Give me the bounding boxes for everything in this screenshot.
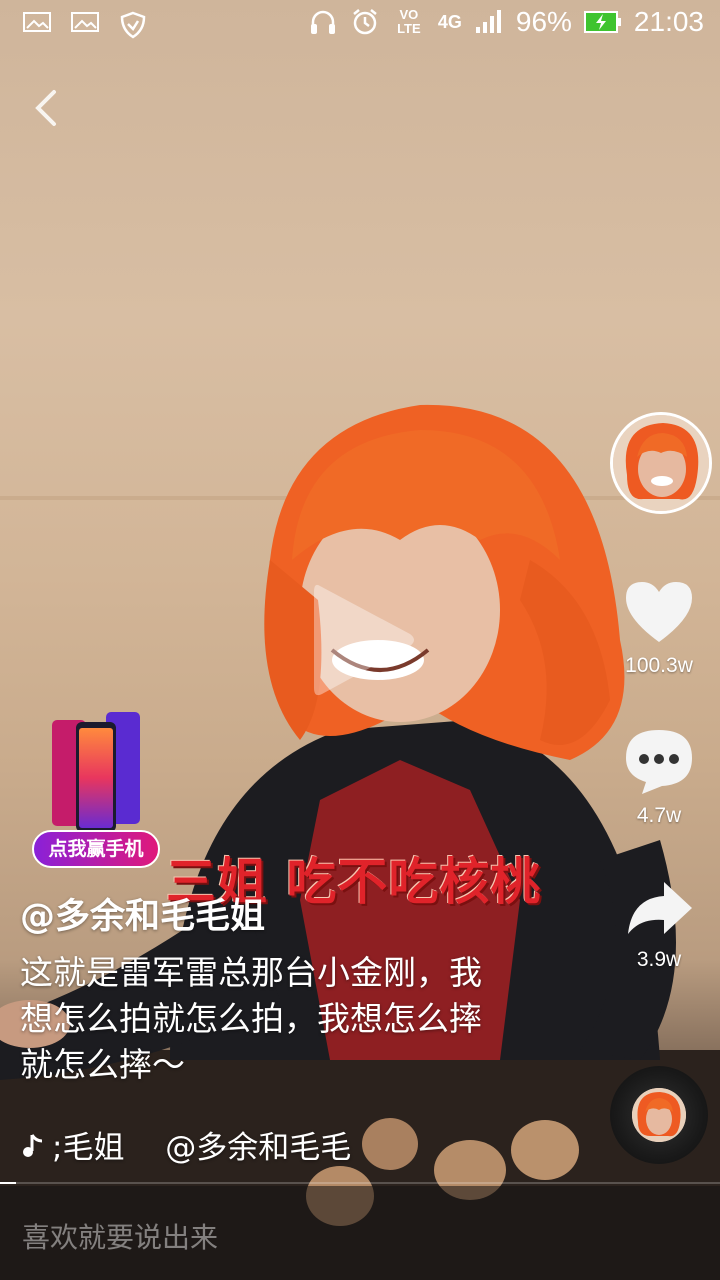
video-progress[interactable] xyxy=(0,1182,720,1184)
music-note-icon xyxy=(20,1130,52,1166)
phone-image xyxy=(52,712,140,832)
video-screen[interactable]: VO LTE 4G 96% 21:03 点我赢手机 三姐 吃不吃核桃 100.3… xyxy=(0,0,720,1280)
avatar-image xyxy=(613,415,709,511)
like-count: 100.3w xyxy=(625,654,693,677)
music-marquee[interactable]: ;毛姐 @多余和毛毛 xyxy=(20,1122,380,1166)
like-button[interactable]: 100.3w xyxy=(612,578,706,678)
signal-icon xyxy=(475,10,501,33)
play-icon[interactable] xyxy=(306,578,418,702)
share-arrow-icon xyxy=(628,882,692,934)
promo-label[interactable]: 点我赢手机 xyxy=(32,830,160,868)
video-description: 这就是雷军雷总那台小金刚，我想怎么拍就怎么拍，我想怎么摔就怎么摔～ xyxy=(20,953,482,1084)
comment-count: 4.7w xyxy=(636,804,682,827)
battery-percent: 96% xyxy=(515,6,572,37)
creator-avatar[interactable] xyxy=(610,412,712,514)
comment-button[interactable]: 4.7w xyxy=(612,726,706,828)
music-disc[interactable] xyxy=(610,1066,708,1164)
promo-banner[interactable]: 点我赢手机 xyxy=(32,706,162,870)
headphones-icon xyxy=(310,10,335,34)
comment-input[interactable]: 喜欢就要说出来 xyxy=(22,1216,218,1256)
image-icon xyxy=(23,12,51,32)
battery-charging-icon xyxy=(583,11,621,33)
music-title: ;毛姐 @多余和毛毛 xyxy=(52,1130,352,1166)
disc-cover xyxy=(632,1088,686,1142)
status-bar: VO LTE 4G 96% 21:03 xyxy=(0,0,720,50)
volte-indicator: VO LTE xyxy=(397,7,421,36)
share-count: 3.9w xyxy=(636,948,682,971)
network-type: 4G xyxy=(437,11,462,32)
back-button[interactable] xyxy=(28,86,68,130)
progress-fill xyxy=(0,1182,16,1184)
alarm-icon xyxy=(353,9,377,35)
share-button[interactable]: 3.9w xyxy=(612,878,706,972)
clock: 21:03 xyxy=(633,6,704,37)
heart-icon xyxy=(626,582,692,642)
shield-icon xyxy=(120,11,146,39)
image-icon xyxy=(71,12,99,32)
comment-bubble-icon xyxy=(626,730,692,794)
author-handle[interactable]: @多余和毛毛姐 xyxy=(20,888,265,939)
comment-bar[interactable]: 喜欢就要说出来 xyxy=(0,1186,720,1280)
